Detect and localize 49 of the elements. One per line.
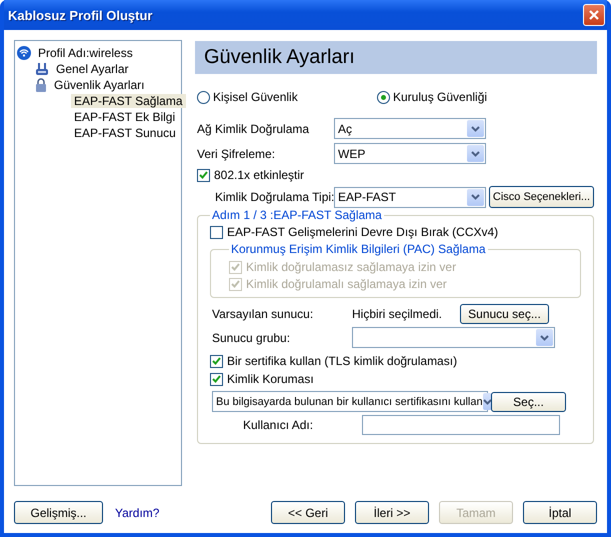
checkbox-label: Bir sertifika kullan (TLS kimlik doğrulaması) xyxy=(227,354,458,368)
tree-item[interactable]: Genel Ayarlar xyxy=(53,62,132,76)
radio-label: Kuruluş Güvenliği xyxy=(393,90,488,104)
checkbox-label: 802.1x etkinleştir xyxy=(214,168,304,182)
tree-item[interactable]: EAP-FAST Ek Bilgi xyxy=(71,110,178,124)
field-label: Kullanıcı Adı: xyxy=(243,418,314,432)
close-button[interactable] xyxy=(583,4,605,26)
radio-button[interactable] xyxy=(197,90,210,104)
help-link[interactable]: Yardım? xyxy=(115,506,160,520)
window-title: Kablosuz Profil Oluştur xyxy=(8,8,152,22)
group-legend: Korunmuş Erişim Kimlik Bilgileri (PAC) Sağlama xyxy=(229,242,488,256)
tree-item[interactable]: EAP-FAST Sağlama xyxy=(71,94,186,108)
tree-item[interactable]: Profil Adı:wireless xyxy=(35,46,136,60)
choose-button[interactable]: Seç... xyxy=(491,392,566,412)
select-server-button[interactable]: Sunucu seç... xyxy=(460,304,549,324)
field-label: Kimlik Doğrulama Tipi: xyxy=(215,190,334,204)
dialog-button[interactable]: << Geri xyxy=(271,501,345,524)
cisco-options-button[interactable]: Cisco Seçenekleri... xyxy=(489,186,594,208)
checkbox-label: Kimlik doğrulamalı sağlamaya izin ver xyxy=(246,277,447,291)
checkbox-label: EAP-FAST Gelişmelerini Devre Dışı Bırak (CCXv4) xyxy=(227,225,498,239)
field-value: Hiçbiri seçilmedi. xyxy=(352,307,444,321)
tree-item[interactable]: EAP-FAST Sunucu xyxy=(71,126,179,140)
dropdown[interactable]: WEP xyxy=(334,143,486,164)
section-header: Güvenlik Ayarları xyxy=(195,41,597,74)
lock-icon xyxy=(35,78,47,92)
field-label: Ağ Kimlik Doğrulama xyxy=(197,122,310,136)
close-icon xyxy=(588,9,600,21)
dialog-button[interactable]: İleri >> xyxy=(355,501,429,524)
radio-button[interactable] xyxy=(377,90,390,104)
group-legend: Adım 1 / 3 :EAP-FAST Sağlama xyxy=(210,208,384,222)
checkbox[interactable] xyxy=(197,168,210,182)
dialog-button[interactable]: İptal xyxy=(523,501,597,524)
radio-label: Kişisel Güvenlik xyxy=(213,90,298,104)
advanced-button[interactable]: Gelişmiş... xyxy=(14,501,103,524)
wireless-icon xyxy=(17,46,31,60)
field-label: Sunucu grubu: xyxy=(212,330,292,344)
checkbox[interactable] xyxy=(210,226,223,238)
dropdown[interactable] xyxy=(352,327,555,348)
dropdown[interactable]: EAP-FAST xyxy=(334,186,486,208)
checkbox[interactable] xyxy=(210,372,223,386)
dropdown[interactable]: Aç xyxy=(334,118,486,139)
checkbox[interactable] xyxy=(210,354,223,368)
router-icon xyxy=(35,62,49,76)
checkbox-label: Kimlik doğrulamasız sağlamaya izin ver xyxy=(246,260,456,274)
field-label: Varsayılan sunucu: xyxy=(212,307,314,321)
username-field[interactable] xyxy=(362,415,560,435)
checkbox-label: Kimlik Koruması xyxy=(227,372,314,386)
field-label: Veri Şifreleme: xyxy=(197,146,276,160)
tree-item[interactable]: Güvenlik Ayarları xyxy=(51,78,148,92)
